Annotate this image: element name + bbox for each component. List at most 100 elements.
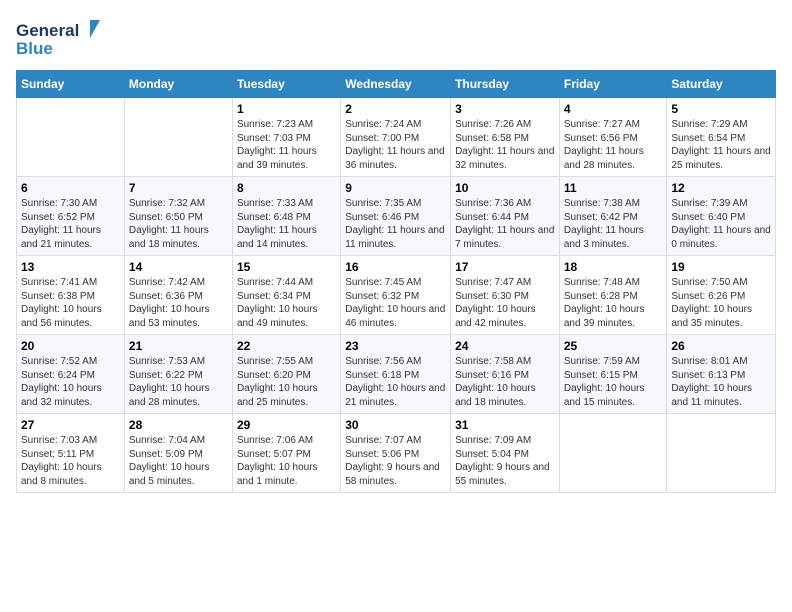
day-number: 3	[455, 102, 555, 116]
day-info: Sunrise: 7:23 AMSunset: 7:03 PMDaylight:…	[237, 118, 336, 172]
calendar-week-row: 1 Sunrise: 7:23 AMSunset: 7:03 PMDaylight…	[17, 98, 776, 177]
day-number: 16	[345, 260, 446, 274]
day-info: Sunrise: 7:56 AMSunset: 6:18 PMDaylight:…	[345, 355, 446, 409]
day-number: 25	[564, 339, 663, 353]
day-number: 11	[564, 181, 663, 195]
day-info: Sunrise: 7:07 AMSunset: 5:06 PMDaylight:…	[345, 434, 446, 488]
day-number: 6	[21, 181, 120, 195]
weekday-header-row: SundayMondayTuesdayWednesdayThursdayFrid…	[17, 71, 776, 98]
day-number: 15	[237, 260, 336, 274]
calendar-cell: 1 Sunrise: 7:23 AMSunset: 7:03 PMDaylight…	[232, 98, 340, 177]
day-info: Sunrise: 7:38 AMSunset: 6:42 PMDaylight:…	[564, 197, 663, 251]
calendar-week-row: 13 Sunrise: 7:41 AMSunset: 6:38 PMDayligh…	[17, 256, 776, 335]
day-info: Sunrise: 7:04 AMSunset: 5:09 PMDaylight:…	[129, 434, 228, 488]
calendar-cell: 7 Sunrise: 7:32 AMSunset: 6:50 PMDaylight…	[124, 177, 232, 256]
day-info: Sunrise: 7:52 AMSunset: 6:24 PMDaylight:…	[21, 355, 120, 409]
day-number: 28	[129, 418, 228, 432]
day-number: 2	[345, 102, 446, 116]
calendar-cell: 29 Sunrise: 7:06 AMSunset: 5:07 PMDayligh…	[232, 414, 340, 493]
day-info: Sunrise: 7:44 AMSunset: 6:34 PMDaylight:…	[237, 276, 336, 330]
day-info: Sunrise: 7:42 AMSunset: 6:36 PMDaylight:…	[129, 276, 228, 330]
day-number: 12	[671, 181, 771, 195]
calendar-cell: 14 Sunrise: 7:42 AMSunset: 6:36 PMDayligh…	[124, 256, 232, 335]
calendar-cell: 27 Sunrise: 7:03 AMSunset: 5:11 PMDayligh…	[17, 414, 125, 493]
day-info: Sunrise: 7:27 AMSunset: 6:56 PMDaylight:…	[564, 118, 663, 172]
day-number: 24	[455, 339, 555, 353]
svg-text:General: General	[16, 21, 79, 40]
calendar-cell: 18 Sunrise: 7:48 AMSunset: 6:28 PMDayligh…	[559, 256, 667, 335]
day-number: 13	[21, 260, 120, 274]
day-info: Sunrise: 7:48 AMSunset: 6:28 PMDaylight:…	[564, 276, 663, 330]
day-info: Sunrise: 7:59 AMSunset: 6:15 PMDaylight:…	[564, 355, 663, 409]
day-info: Sunrise: 7:53 AMSunset: 6:22 PMDaylight:…	[129, 355, 228, 409]
calendar-cell	[559, 414, 667, 493]
day-number: 21	[129, 339, 228, 353]
calendar-cell: 23 Sunrise: 7:56 AMSunset: 6:18 PMDayligh…	[341, 335, 451, 414]
day-number: 29	[237, 418, 336, 432]
day-number: 18	[564, 260, 663, 274]
calendar-week-row: 27 Sunrise: 7:03 AMSunset: 5:11 PMDayligh…	[17, 414, 776, 493]
day-number: 4	[564, 102, 663, 116]
calendar-cell: 31Sunrise: 7:09 AMSunset: 5:04 PMDayligh…	[451, 414, 560, 493]
day-number: 30	[345, 418, 446, 432]
day-number: 19	[671, 260, 771, 274]
calendar-cell: 20 Sunrise: 7:52 AMSunset: 6:24 PMDayligh…	[17, 335, 125, 414]
day-number: 1	[237, 102, 336, 116]
calendar-cell: 28 Sunrise: 7:04 AMSunset: 5:09 PMDayligh…	[124, 414, 232, 493]
calendar-cell: 9Sunrise: 7:35 AMSunset: 6:46 PMDaylight…	[341, 177, 451, 256]
day-number: 23	[345, 339, 446, 353]
day-number: 8	[237, 181, 336, 195]
logo-svg: General Blue	[16, 16, 106, 60]
calendar-cell: 19 Sunrise: 7:50 AMSunset: 6:26 PMDayligh…	[667, 256, 776, 335]
day-number: 26	[671, 339, 771, 353]
day-info: Sunrise: 7:47 AMSunset: 6:30 PMDaylight:…	[455, 276, 555, 330]
day-info: Sunrise: 7:50 AMSunset: 6:26 PMDaylight:…	[671, 276, 771, 330]
calendar-table: SundayMondayTuesdayWednesdayThursdayFrid…	[16, 70, 776, 493]
weekday-header-wednesday: Wednesday	[341, 71, 451, 98]
day-info: Sunrise: 7:39 AMSunset: 6:40 PMDaylight:…	[671, 197, 771, 251]
day-number: 7	[129, 181, 228, 195]
weekday-header-sunday: Sunday	[17, 71, 125, 98]
calendar-cell: 24Sunrise: 7:58 AMSunset: 6:16 PMDayligh…	[451, 335, 560, 414]
day-info: Sunrise: 7:32 AMSunset: 6:50 PMDaylight:…	[129, 197, 228, 251]
calendar-cell: 21 Sunrise: 7:53 AMSunset: 6:22 PMDayligh…	[124, 335, 232, 414]
day-info: Sunrise: 7:26 AMSunset: 6:58 PMDaylight:…	[455, 118, 555, 172]
day-number: 10	[455, 181, 555, 195]
weekday-header-saturday: Saturday	[667, 71, 776, 98]
day-number: 20	[21, 339, 120, 353]
day-info: Sunrise: 7:55 AMSunset: 6:20 PMDaylight:…	[237, 355, 336, 409]
day-info: Sunrise: 7:29 AMSunset: 6:54 PMDaylight:…	[671, 118, 771, 172]
day-info: Sunrise: 7:03 AMSunset: 5:11 PMDaylight:…	[21, 434, 120, 488]
day-number: 22	[237, 339, 336, 353]
calendar-cell: 22 Sunrise: 7:55 AMSunset: 6:20 PMDayligh…	[232, 335, 340, 414]
calendar-cell: 15 Sunrise: 7:44 AMSunset: 6:34 PMDayligh…	[232, 256, 340, 335]
day-info: Sunrise: 7:35 AMSunset: 6:46 PMDaylight:…	[345, 197, 446, 251]
calendar-cell: 4 Sunrise: 7:27 AMSunset: 6:56 PMDaylight…	[559, 98, 667, 177]
calendar-cell: 11 Sunrise: 7:38 AMSunset: 6:42 PMDayligh…	[559, 177, 667, 256]
calendar-cell: 13 Sunrise: 7:41 AMSunset: 6:38 PMDayligh…	[17, 256, 125, 335]
calendar-cell	[124, 98, 232, 177]
calendar-week-row: 6Sunrise: 7:30 AMSunset: 6:52 PMDaylight…	[17, 177, 776, 256]
calendar-cell: 10 Sunrise: 7:36 AMSunset: 6:44 PMDayligh…	[451, 177, 560, 256]
calendar-week-row: 20 Sunrise: 7:52 AMSunset: 6:24 PMDayligh…	[17, 335, 776, 414]
svg-text:Blue: Blue	[16, 39, 53, 58]
calendar-cell	[667, 414, 776, 493]
weekday-header-tuesday: Tuesday	[232, 71, 340, 98]
weekday-header-monday: Monday	[124, 71, 232, 98]
day-info: Sunrise: 7:06 AMSunset: 5:07 PMDaylight:…	[237, 434, 336, 488]
calendar-cell: 5Sunrise: 7:29 AMSunset: 6:54 PMDaylight…	[667, 98, 776, 177]
day-info: Sunrise: 7:36 AMSunset: 6:44 PMDaylight:…	[455, 197, 555, 251]
day-number: 14	[129, 260, 228, 274]
day-info: Sunrise: 7:45 AMSunset: 6:32 PMDaylight:…	[345, 276, 446, 330]
day-info: Sunrise: 8:01 AMSunset: 6:13 PMDaylight:…	[671, 355, 771, 409]
calendar-cell: 26 Sunrise: 8:01 AMSunset: 6:13 PMDayligh…	[667, 335, 776, 414]
calendar-cell	[17, 98, 125, 177]
day-info: Sunrise: 7:09 AMSunset: 5:04 PMDaylight:…	[455, 434, 555, 488]
calendar-cell: 17Sunrise: 7:47 AMSunset: 6:30 PMDayligh…	[451, 256, 560, 335]
day-info: Sunrise: 7:33 AMSunset: 6:48 PMDaylight:…	[237, 197, 336, 251]
day-info: Sunrise: 7:24 AMSunset: 7:00 PMDaylight:…	[345, 118, 446, 172]
calendar-cell: 3 Sunrise: 7:26 AMSunset: 6:58 PMDaylight…	[451, 98, 560, 177]
day-number: 27	[21, 418, 120, 432]
weekday-header-friday: Friday	[559, 71, 667, 98]
day-info: Sunrise: 7:41 AMSunset: 6:38 PMDaylight:…	[21, 276, 120, 330]
